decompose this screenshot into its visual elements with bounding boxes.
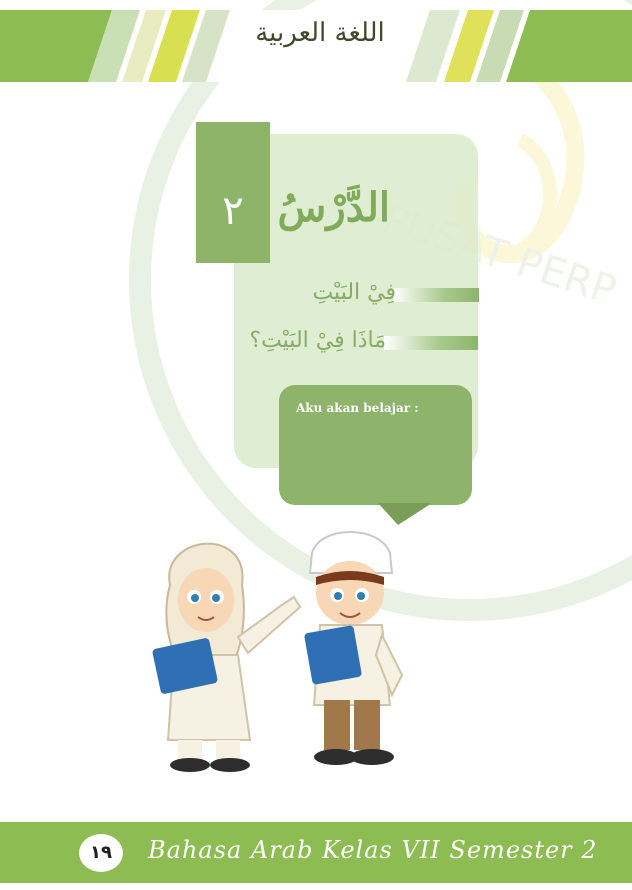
bubble-text: Aku akan belajar : bbox=[296, 401, 419, 415]
header-title: اللغة العربية bbox=[255, 18, 385, 48]
topic-bar-1 bbox=[393, 288, 479, 302]
speech-bubble-tail bbox=[378, 503, 432, 525]
children-illustration bbox=[152, 531, 404, 772]
topic-2: مَاذَا فِيْ البَيْتِ؟ bbox=[249, 328, 386, 353]
topic-1: فِيْ البَيْتِ bbox=[312, 280, 396, 305]
footer-book-title: Bahasa Arab Kelas VII Semester 2 bbox=[148, 836, 598, 864]
topic-bar-2 bbox=[384, 336, 478, 350]
boy-figure bbox=[304, 531, 404, 765]
lesson-number: ٢ bbox=[222, 188, 244, 234]
page-number: ١٩ bbox=[79, 834, 123, 872]
lesson-label: الدَّرْسُ bbox=[277, 184, 390, 231]
girl-figure bbox=[152, 542, 302, 772]
